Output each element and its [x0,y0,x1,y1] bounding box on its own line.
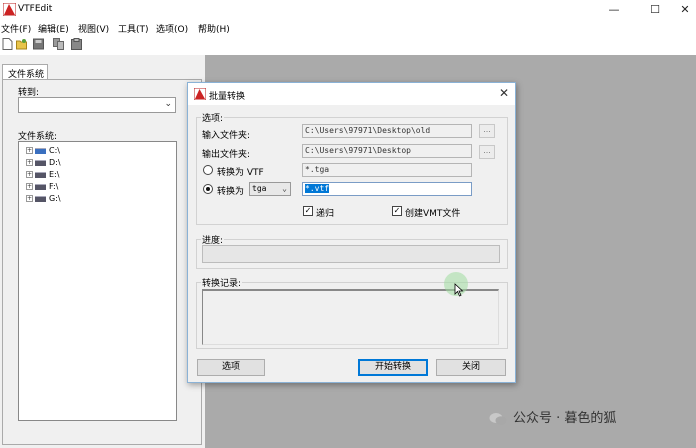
menu-tools[interactable]: 工具(T) [118,22,149,35]
close-icon[interactable]: ✕ [499,86,509,100]
drive-icon [35,171,46,178]
title-bar: VTFEdit — ☐ ✕ [0,0,696,20]
batch-convert-dialog: 批量转换 ✕ 选项: 输入文件夹: C:\Users\97971\Desktop… [187,82,516,383]
options-button[interactable]: 选项 [197,359,265,376]
paste-icon[interactable] [71,38,82,50]
tab-file-system[interactable]: 文件系统 [2,64,48,80]
conversion-log[interactable] [202,289,499,345]
tree-item-g[interactable]: + G:\ [26,194,61,205]
expand-icon[interactable]: + [26,195,33,202]
drive-label: C:\ [49,146,60,155]
drive-label: D:\ [49,158,61,167]
watermark-text: 公众号 · 暮色的狐 [513,411,617,426]
input-folder-label: 输入文件夹: [202,131,251,141]
drive-icon [35,159,46,166]
wechat-watermark: 公众号 · 暮色的狐 [489,407,616,429]
menu-view[interactable]: 视图(V) [78,22,109,35]
format-dropdown[interactable]: tga ⌄ [249,182,291,196]
vtfedit-app-icon [3,3,16,16]
close-button[interactable]: 关闭 [436,359,506,376]
chevron-down-icon: ⌄ [282,184,287,193]
open-folder-icon[interactable] [16,38,27,50]
browse-output-button[interactable]: ... [479,145,495,159]
vtf-filter-field[interactable]: *.tga [302,163,472,177]
output-folder-field[interactable]: C:\Users\97971\Desktop [302,144,472,158]
tree-item-f[interactable]: + F:\ [26,182,58,193]
drive-icon [35,183,46,190]
start-convert-button[interactable]: 开始转换 [358,359,428,376]
create-vmt-label: 创建VMT文件 [405,209,461,219]
selected-filter-text: *.vtf [305,184,330,193]
drive-label: F:\ [49,182,59,191]
tree-item-d[interactable]: + D:\ [26,158,61,169]
expand-icon[interactable]: + [26,183,33,190]
system-drive-icon [35,147,46,154]
output-filter-field[interactable]: *.vtf [302,182,472,196]
wechat-icon [489,412,507,425]
copy-icon[interactable] [53,38,64,50]
new-file-icon[interactable] [2,38,13,50]
convert-to-label: 转换为 [217,187,245,197]
drive-label: E:\ [49,170,60,179]
format-value: tga [252,184,267,193]
options-group-title: 选项: [201,111,225,124]
create-vmt-checkbox[interactable]: ✓ [392,206,402,216]
recursive-label: 递归 [316,209,335,219]
minimize-button[interactable]: — [596,0,632,20]
convert-to-vtf-radio[interactable] [203,165,213,175]
close-window-button[interactable]: ✕ [667,0,696,20]
chevron-down-icon: ⌄ [164,99,172,109]
vtfedit-app-icon [194,88,206,100]
log-label: 转换记录: [201,276,243,289]
convert-to-vtf-label: 转换为 VTF [217,168,264,178]
expand-icon[interactable]: + [26,159,33,166]
goto-dropdown[interactable]: ⌄ [18,97,176,113]
menu-bar: 文件(F) 编辑(E) 视图(V) 工具(T) 选项(O) 帮助(H) [0,20,696,35]
menu-help[interactable]: 帮助(H) [198,22,230,35]
browse-input-button[interactable]: ... [479,124,495,138]
tree-item-c[interactable]: + C:\ [26,146,60,157]
drive-icon [35,195,46,202]
progress-bar [202,245,500,263]
menu-file[interactable]: 文件(F) [1,22,31,35]
input-folder-field[interactable]: C:\Users\97971\Desktop\old [302,124,472,138]
recursive-checkbox[interactable]: ✓ [303,206,313,216]
toolbar [0,35,696,55]
dialog-title: 批量转换 [209,92,246,102]
expand-icon[interactable]: + [26,171,33,178]
tree-item-e[interactable]: + E:\ [26,170,59,181]
mouse-cursor-icon [454,283,464,297]
menu-edit[interactable]: 编辑(E) [38,22,69,35]
output-folder-label: 输出文件夹: [202,150,251,160]
dialog-title-bar[interactable]: 批量转换 ✕ [188,83,515,105]
file-system-tree[interactable]: + C:\ + D:\ + E:\ + F:\ + G:\ [18,141,177,421]
expand-icon[interactable]: + [26,147,33,154]
window-title: VTFEdit [18,4,53,14]
menu-options[interactable]: 选项(O) [156,22,188,35]
convert-to-radio[interactable] [203,184,213,194]
drive-label: G:\ [49,194,61,203]
save-icon[interactable] [33,38,44,50]
